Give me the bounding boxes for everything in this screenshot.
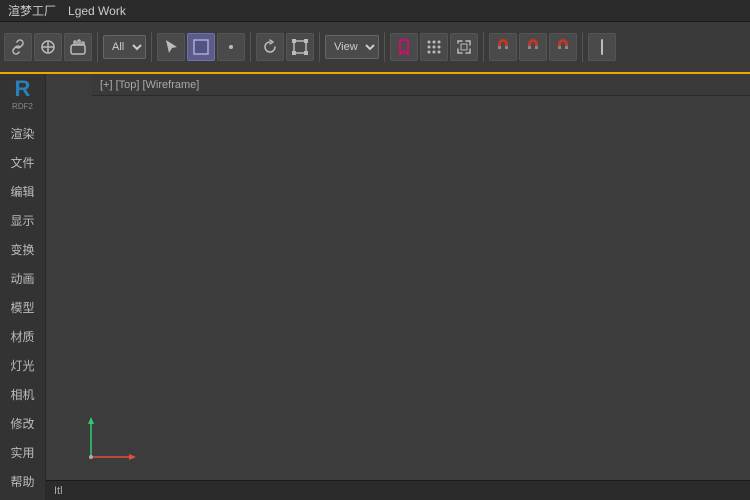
app-name: 渲梦工厂: [8, 2, 56, 19]
toolbar: All Vie: [0, 22, 750, 74]
separator-5: [384, 32, 385, 62]
sidebar-item-display[interactable]: 显示: [1, 206, 45, 234]
title-bar: 渲梦工厂 Lged Work: [0, 0, 750, 22]
status-bar: Itl: [46, 480, 750, 500]
sidebar-item-transform[interactable]: 变换: [1, 235, 45, 263]
axis-indicator: [76, 412, 136, 475]
select-arrow-icon[interactable]: [157, 33, 185, 61]
filter-dropdown[interactable]: All: [103, 35, 146, 59]
separator-6: [483, 32, 484, 62]
rotate-icon[interactable]: [256, 33, 284, 61]
separator-7: [582, 32, 583, 62]
viewport-label: [+] [Top] [Wireframe]: [100, 79, 199, 91]
select-cross-icon[interactable]: [34, 33, 62, 61]
dot-point-icon[interactable]: [217, 33, 245, 61]
app-logo-sub: RDF2: [12, 102, 33, 111]
sidebar-item-edit[interactable]: 编辑: [1, 177, 45, 205]
status-text: Itl: [54, 485, 63, 497]
separator-1: [97, 32, 98, 62]
bookmark-icon[interactable]: [390, 33, 418, 61]
viewport: [+] [Top] [Wireframe]: [46, 74, 750, 500]
grid-dots-icon[interactable]: [420, 33, 448, 61]
separator-2: [151, 32, 152, 62]
sidebar-item-file[interactable]: 文件: [1, 148, 45, 176]
link-icon[interactable]: [4, 33, 32, 61]
separator-3: [250, 32, 251, 62]
snap-icon[interactable]: [450, 33, 478, 61]
app-logo: R: [15, 78, 31, 100]
magnet-red-icon[interactable]: [489, 33, 517, 61]
view-dropdown[interactable]: View: [325, 35, 379, 59]
sidebar-item-camera[interactable]: 相机: [1, 380, 45, 408]
viewport-header: [+] [Top] [Wireframe]: [92, 74, 750, 96]
sidebar-item-lighting[interactable]: 灯光: [1, 351, 45, 379]
sidebar-item-help[interactable]: 帮助: [1, 467, 45, 495]
rectangle-select-icon[interactable]: [187, 33, 215, 61]
hand-icon[interactable]: [64, 33, 92, 61]
sidebar-item-model[interactable]: 模型: [1, 293, 45, 321]
vertical-line-icon[interactable]: [588, 33, 616, 61]
sidebar: R RDF2 渲染 文件 编辑 显示 变换 动画 模型: [0, 74, 46, 500]
sidebar-item-render[interactable]: 渲染: [1, 119, 45, 147]
sidebar-item-utilities[interactable]: 实用: [1, 438, 45, 466]
transform-box-icon[interactable]: [286, 33, 314, 61]
sidebar-item-animation[interactable]: 动画: [1, 264, 45, 292]
separator-4: [319, 32, 320, 62]
sidebar-item-modify[interactable]: 修改: [1, 409, 45, 437]
magnet-red3-icon[interactable]: [549, 33, 577, 61]
sidebar-item-material[interactable]: 材质: [1, 322, 45, 350]
doc-name: Lged Work: [68, 4, 126, 18]
magnet-red2-icon[interactable]: [519, 33, 547, 61]
